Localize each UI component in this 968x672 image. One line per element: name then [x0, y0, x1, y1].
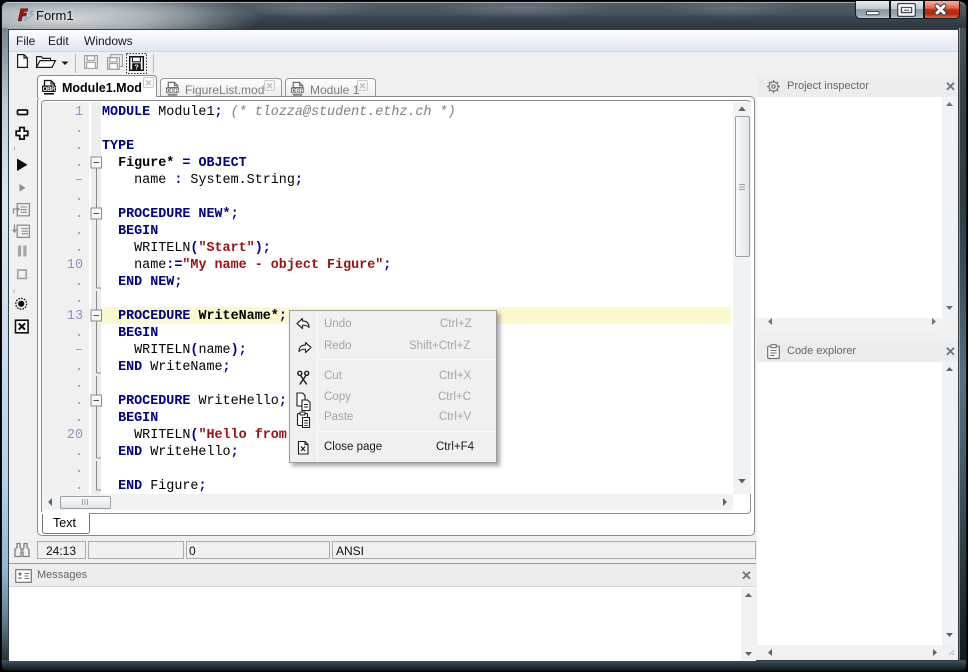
svg-text:?: ?: [134, 62, 139, 71]
svg-text:OBR: OBR: [291, 88, 304, 94]
svg-text:OBR: OBR: [43, 86, 57, 93]
svg-text:OBR: OBR: [166, 88, 179, 94]
